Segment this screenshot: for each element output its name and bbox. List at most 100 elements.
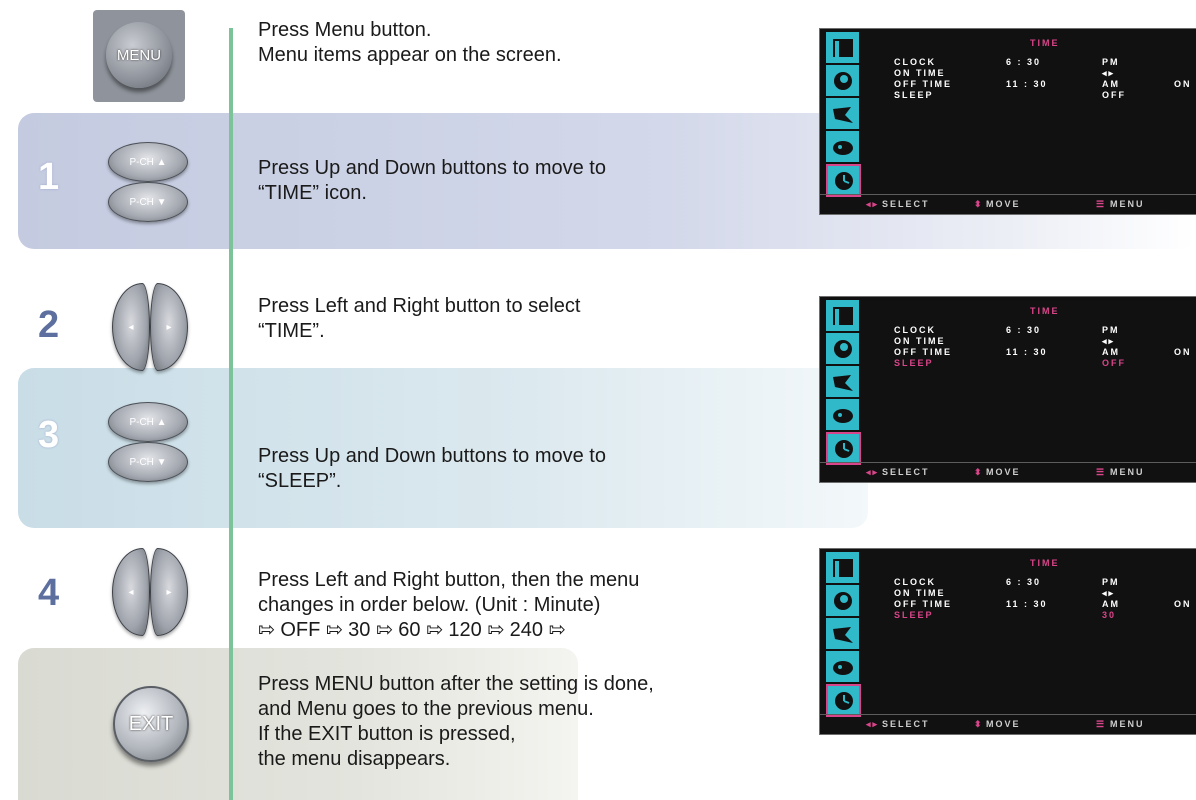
off-time-value: 11 : 30 — [1006, 599, 1048, 609]
off-time-state: ON — [1174, 79, 1192, 89]
on-time-label: ON TIME — [894, 336, 946, 346]
sleep-label: SLEEP — [894, 90, 934, 100]
picture-icon — [826, 552, 859, 583]
osd-row-sleep: SLEEP 30 — [868, 610, 1196, 621]
off-time-label: OFF TIME — [894, 599, 952, 609]
on-time-value: ◂▸ — [1102, 68, 1116, 78]
clock-value: 6 : 30 — [1006, 57, 1042, 67]
guide-line — [229, 28, 233, 800]
step-1-line-1: Press Up and Down buttons to move to — [258, 157, 606, 179]
channel-icon — [826, 651, 859, 682]
clock-label: CLOCK — [894, 577, 936, 587]
osd-screen-2: TIME CLOCK 6 : 30 PM ON TIME ◂▸ OFF TIME 11 : 3… — [819, 296, 1196, 483]
step-4-line-1: Press Left and Right button, then the me… — [258, 569, 640, 591]
intro-line-2: Menu items appear on the screen. — [258, 44, 562, 66]
footer-select: SELECT — [882, 719, 930, 729]
select-marker-icon: ◂▸ — [866, 719, 880, 729]
function-icon — [826, 366, 859, 397]
leftright-button-step-4: ◂ ▸ — [112, 548, 188, 636]
updown-button-step-1: P-CH ▲ P-CH ▼ — [108, 142, 188, 222]
menu-marker-icon: ☰ — [1096, 467, 1107, 477]
clock-label: CLOCK — [894, 325, 936, 335]
osd-screen-3: TIME CLOCK 6 : 30 PM ON TIME ◂▸ OFF TIME 11 : 3… — [819, 548, 1196, 735]
intro-line-1: Press Menu button. — [258, 19, 432, 41]
select-marker-icon: ◂▸ — [866, 467, 880, 477]
step-2-line-1: Press Left and Right button to select — [258, 295, 581, 317]
pch-down-button: P-CH ▼ — [108, 182, 188, 222]
step-4-text: Press Left and Right button, then the me… — [258, 568, 639, 643]
sound-icon — [826, 65, 859, 96]
sound-icon — [826, 585, 859, 616]
step-1-line-2: “TIME” icon. — [258, 182, 367, 204]
clock-label: CLOCK — [894, 57, 936, 67]
move-marker-icon: ⬍ — [974, 467, 984, 477]
step-1-text: Press Up and Down buttons to move to “TI… — [258, 156, 606, 206]
menu-marker-icon: ☰ — [1096, 719, 1107, 729]
sleep-value: 30 — [1102, 610, 1117, 620]
step-3-line-1: Press Up and Down buttons to move to — [258, 445, 606, 467]
move-marker-icon: ⬍ — [974, 199, 984, 209]
picture-icon — [826, 300, 859, 331]
osd-row-on-time: ON TIME ◂▸ — [868, 336, 1196, 347]
off-time-value: 11 : 30 — [1006, 347, 1048, 357]
exit-button-label: EXIT — [128, 712, 174, 735]
final-line-2: and Menu goes to the previous menu. — [258, 698, 594, 720]
footer-select: SELECT — [882, 199, 930, 209]
sound-icon — [826, 333, 859, 364]
step-3-line-2: “SLEEP”. — [258, 470, 342, 492]
menu-button-knob: MENU — [106, 22, 172, 88]
pch-up-button: P-CH ▲ — [108, 402, 188, 442]
clock-ampm: PM — [1102, 577, 1120, 587]
step-4-line-2: changes in order below. (Unit : Minute) — [258, 594, 601, 616]
exit-button: EXIT — [113, 686, 189, 762]
osd-title: TIME — [1030, 38, 1060, 48]
function-icon — [826, 618, 859, 649]
osd-row-clock: CLOCK 6 : 30 PM — [868, 577, 1196, 588]
osd-title: TIME — [1030, 558, 1060, 568]
off-time-ampm: AM — [1102, 599, 1120, 609]
on-time-value: ◂▸ — [1102, 336, 1116, 346]
left-button: ◂ — [112, 283, 150, 371]
clock-ampm: PM — [1102, 325, 1120, 335]
footer-menu: MENU — [1110, 199, 1145, 209]
channel-icon — [826, 399, 859, 430]
off-time-label: OFF TIME — [894, 347, 952, 357]
osd-icon-sidebar — [826, 300, 861, 465]
osd-row-off-time: OFF TIME 11 : 30 AM ON — [868, 347, 1196, 358]
move-marker-icon: ⬍ — [974, 719, 984, 729]
pch-down-button: P-CH ▼ — [108, 442, 188, 482]
right-button: ▸ — [150, 548, 188, 636]
osd-row-on-time: ON TIME ◂▸ — [868, 68, 1196, 79]
clock-value: 6 : 30 — [1006, 325, 1042, 335]
osd-row-clock: CLOCK 6 : 30 PM — [868, 57, 1196, 68]
footer-menu: MENU — [1110, 467, 1145, 477]
osd-row-off-time: OFF TIME 11 : 30 AM ON — [868, 599, 1196, 610]
sleep-value: OFF — [1102, 358, 1126, 368]
step-2-text: Press Left and Right button to select “T… — [258, 294, 580, 344]
sleep-value: OFF — [1102, 90, 1126, 100]
step-2-line-2: “TIME”. — [258, 320, 325, 342]
osd-screen-1: TIME CLOCK 6 : 30 PM ON TIME ◂▸ OFF TIME 11 : 3… — [819, 28, 1196, 215]
off-time-value: 11 : 30 — [1006, 79, 1048, 89]
off-time-ampm: AM — [1102, 347, 1120, 357]
osd-footer: ◂▸ SELECT ⬍ MOVE ☰ MENU — [820, 462, 1196, 482]
menu-button-label: MENU — [116, 46, 162, 64]
right-button: ▸ — [150, 283, 188, 371]
on-time-label: ON TIME — [894, 588, 946, 598]
clock-icon — [826, 432, 861, 465]
sleep-label: SLEEP — [894, 358, 934, 368]
final-line-4: the menu disappears. — [258, 748, 451, 770]
footer-menu: MENU — [1110, 719, 1145, 729]
osd-row-off-time: OFF TIME 11 : 30 AM ON — [868, 79, 1196, 90]
picture-icon — [826, 32, 859, 63]
step-4-number: 4 — [38, 572, 60, 614]
step-3-number: 3 — [38, 414, 60, 456]
clock-ampm: PM — [1102, 57, 1120, 67]
step-2-number: 2 — [38, 304, 60, 346]
channel-icon — [826, 131, 859, 162]
osd-row-sleep: SLEEP OFF — [868, 90, 1196, 101]
osd-icon-sidebar — [826, 32, 861, 197]
select-marker-icon: ◂▸ — [866, 199, 880, 209]
pch-up-button: P-CH ▲ — [108, 142, 188, 182]
menu-marker-icon: ☰ — [1096, 199, 1107, 209]
